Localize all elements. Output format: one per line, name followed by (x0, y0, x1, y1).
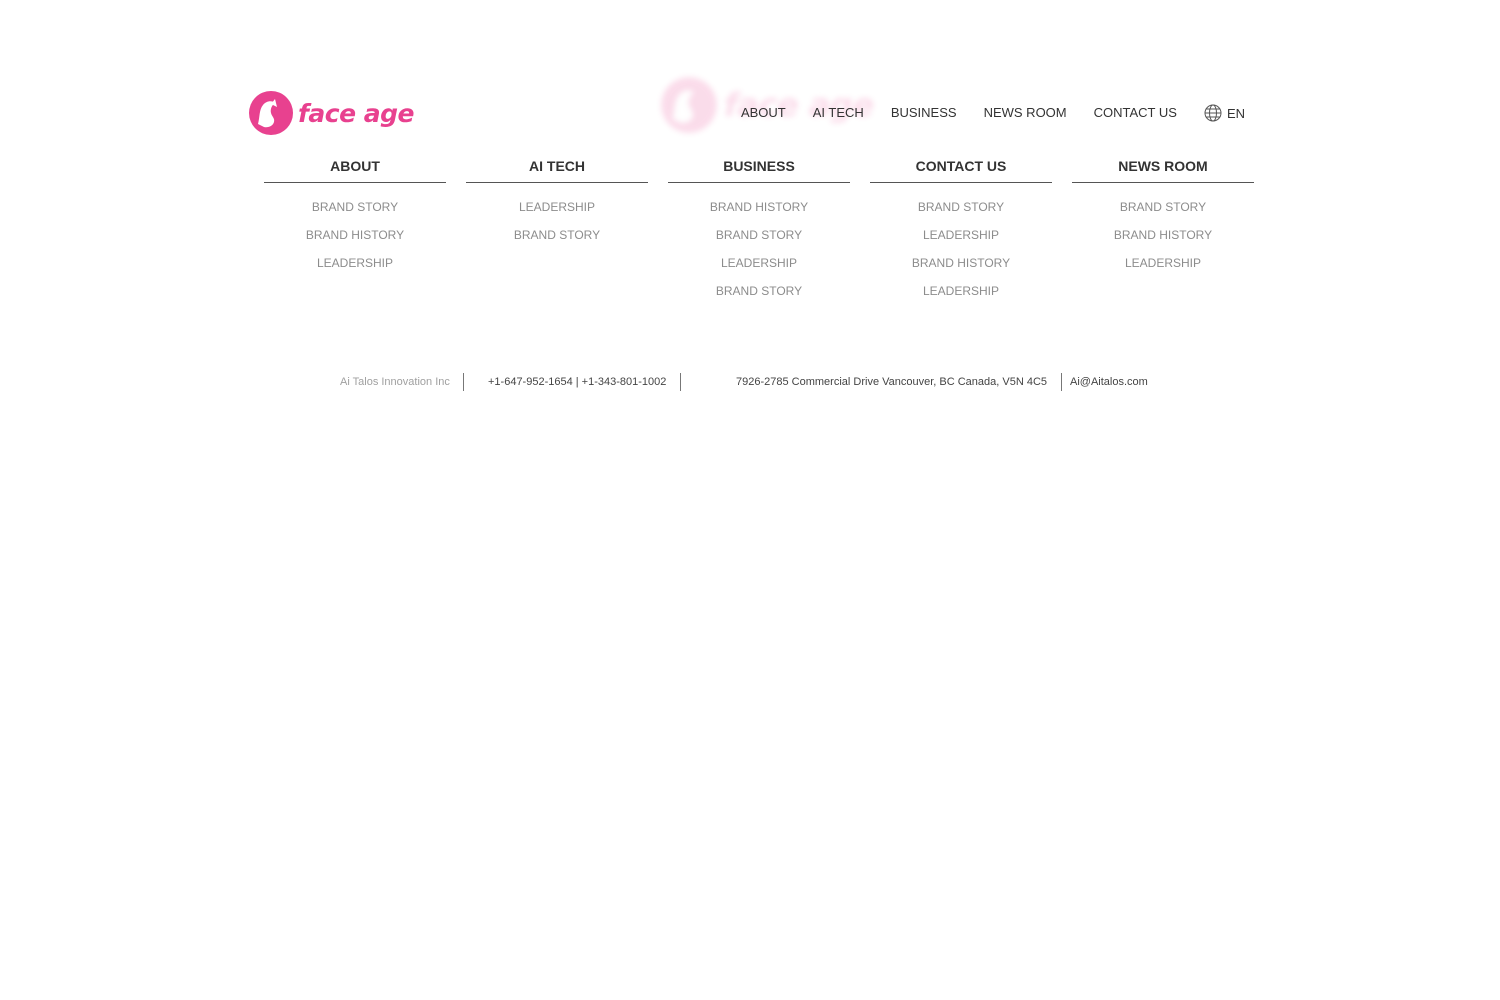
column-title[interactable]: CONTACT US (870, 157, 1052, 183)
footer-divider (680, 373, 681, 391)
address: 7926-2785 Commercial Drive Vancouver, BC… (736, 376, 1048, 388)
column-title[interactable]: AI TECH (466, 157, 648, 183)
column-title[interactable]: NEWS ROOM (1072, 157, 1254, 183)
logo-link[interactable]: face age (248, 90, 414, 136)
menu-item-brand-history[interactable]: BRAND HISTORY (1114, 228, 1212, 242)
menu-column-about: ABOUT BRAND STORY BRAND HISTORY LEADERSH… (264, 157, 446, 305)
language-label: EN (1226, 105, 1245, 121)
menu-item-leadership[interactable]: LEADERSHIP (1125, 256, 1201, 270)
menu-item-leadership[interactable]: LEADERSHIP (519, 200, 595, 214)
menu-item-leadership[interactable]: LEADERSHIP (721, 256, 797, 270)
menu-item-brand-story[interactable]: BRAND STORY (514, 228, 600, 242)
menu-column-news-room: NEWS ROOM BRAND STORY BRAND HISTORY LEAD… (1072, 157, 1254, 305)
logo-text: face age (298, 98, 414, 128)
nav-contact-us[interactable]: CONTACT US (1094, 104, 1177, 122)
menu-item-leadership[interactable]: LEADERSHIP (317, 256, 393, 270)
menu-item-leadership[interactable]: LEADERSHIP (923, 284, 999, 298)
footer-divider (463, 373, 464, 391)
nav-about[interactable]: ABOUT (741, 104, 786, 122)
mega-menu: ABOUT BRAND STORY BRAND HISTORY LEADERSH… (264, 157, 1254, 305)
menu-item-brand-story[interactable]: BRAND STORY (716, 284, 802, 298)
menu-item-brand-story[interactable]: BRAND STORY (1120, 200, 1206, 214)
menu-item-brand-story[interactable]: BRAND STORY (716, 228, 802, 242)
face-silhouette-icon (249, 91, 293, 135)
column-title[interactable]: BUSINESS (668, 157, 850, 183)
column-title[interactable]: ABOUT (264, 157, 446, 183)
menu-item-brand-history[interactable]: BRAND HISTORY (912, 256, 1010, 270)
page: face age face age ABOUT AI TECH BUSINESS… (0, 0, 1500, 1000)
language-switcher[interactable]: EN (1204, 104, 1245, 122)
nav-news-room[interactable]: NEWS ROOM (984, 104, 1067, 122)
menu-item-brand-story[interactable]: BRAND STORY (312, 200, 398, 214)
globe-icon (1204, 104, 1222, 122)
footer-divider (1061, 373, 1062, 391)
email-link[interactable]: Ai@Aitalos.com (1070, 373, 1148, 391)
top-nav: ABOUT AI TECH BUSINESS NEWS ROOM CONTACT… (714, 104, 1245, 122)
menu-column-ai-tech: AI TECH LEADERSHIP BRAND STORY (466, 157, 648, 305)
nav-ai-tech[interactable]: AI TECH (813, 104, 864, 122)
menu-column-business: BUSINESS BRAND HISTORY BRAND STORY LEADE… (668, 157, 850, 305)
menu-item-brand-history[interactable]: BRAND HISTORY (306, 228, 404, 242)
menu-item-brand-history[interactable]: BRAND HISTORY (710, 200, 808, 214)
menu-column-contact-us: CONTACT US BRAND STORY LEADERSHIP BRAND … (870, 157, 1052, 305)
nav-business[interactable]: BUSINESS (891, 104, 957, 122)
company-name: Ai Talos Innovation Inc (340, 376, 450, 388)
menu-item-brand-story[interactable]: BRAND STORY (918, 200, 1004, 214)
face-silhouette-icon (661, 77, 717, 133)
menu-item-leadership[interactable]: LEADERSHIP (923, 228, 999, 242)
phone-numbers[interactable]: +1-647-952-1654 | +1-343-801-1002 (488, 373, 666, 391)
